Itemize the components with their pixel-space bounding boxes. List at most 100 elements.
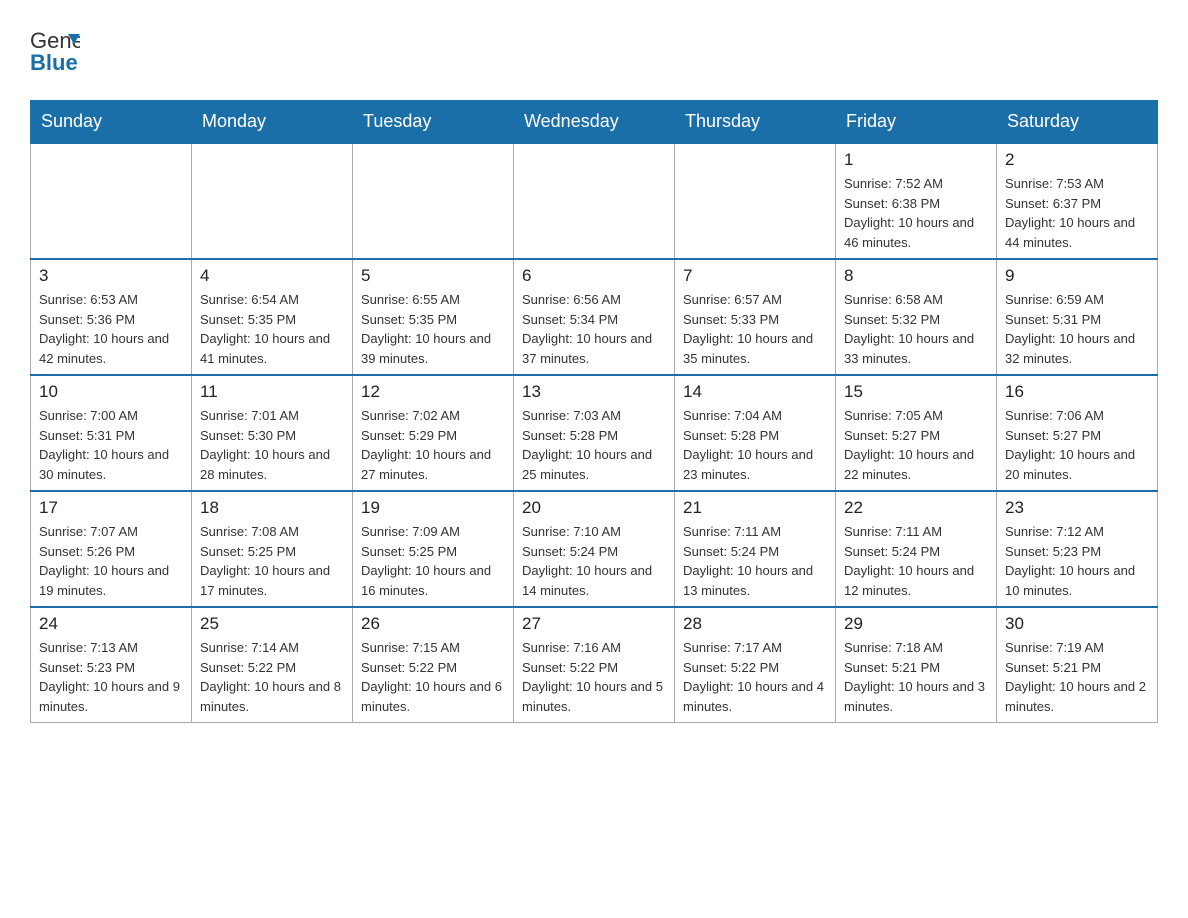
calendar-cell: 26 Sunrise: 7:15 AMSunset: 5:22 PMDayligh… <box>353 607 514 723</box>
calendar-cell: 14 Sunrise: 7:04 AMSunset: 5:28 PMDayligh… <box>675 375 836 491</box>
calendar-cell: 2 Sunrise: 7:53 AMSunset: 6:37 PMDaylight… <box>997 143 1158 259</box>
weekday-header-thursday: Thursday <box>675 101 836 144</box>
day-info: Sunrise: 7:10 AMSunset: 5:24 PMDaylight:… <box>522 522 666 600</box>
day-info: Sunrise: 7:08 AMSunset: 5:25 PMDaylight:… <box>200 522 344 600</box>
calendar-cell: 11 Sunrise: 7:01 AMSunset: 5:30 PMDayligh… <box>192 375 353 491</box>
day-info: Sunrise: 6:58 AMSunset: 5:32 PMDaylight:… <box>844 290 988 368</box>
day-number: 21 <box>683 498 827 518</box>
day-info: Sunrise: 7:02 AMSunset: 5:29 PMDaylight:… <box>361 406 505 484</box>
calendar-cell: 13 Sunrise: 7:03 AMSunset: 5:28 PMDayligh… <box>514 375 675 491</box>
day-number: 20 <box>522 498 666 518</box>
day-info: Sunrise: 7:11 AMSunset: 5:24 PMDaylight:… <box>844 522 988 600</box>
weekday-header-wednesday: Wednesday <box>514 101 675 144</box>
day-number: 23 <box>1005 498 1149 518</box>
day-info: Sunrise: 6:59 AMSunset: 5:31 PMDaylight:… <box>1005 290 1149 368</box>
day-info: Sunrise: 6:54 AMSunset: 5:35 PMDaylight:… <box>200 290 344 368</box>
day-number: 18 <box>200 498 344 518</box>
calendar-cell: 8 Sunrise: 6:58 AMSunset: 5:32 PMDaylight… <box>836 259 997 375</box>
day-info: Sunrise: 7:19 AMSunset: 5:21 PMDaylight:… <box>1005 638 1149 716</box>
calendar-cell: 18 Sunrise: 7:08 AMSunset: 5:25 PMDayligh… <box>192 491 353 607</box>
calendar-cell <box>192 143 353 259</box>
day-info: Sunrise: 6:57 AMSunset: 5:33 PMDaylight:… <box>683 290 827 368</box>
calendar-cell: 30 Sunrise: 7:19 AMSunset: 5:21 PMDayligh… <box>997 607 1158 723</box>
day-number: 29 <box>844 614 988 634</box>
calendar-cell: 22 Sunrise: 7:11 AMSunset: 5:24 PMDayligh… <box>836 491 997 607</box>
calendar-cell: 19Sunrise: 7:09 AMSunset: 5:25 PMDayligh… <box>353 491 514 607</box>
weekday-header-saturday: Saturday <box>997 101 1158 144</box>
day-number: 17 <box>39 498 183 518</box>
calendar-cell: 28 Sunrise: 7:17 AMSunset: 5:22 PMDayligh… <box>675 607 836 723</box>
day-info: Sunrise: 7:03 AMSunset: 5:28 PMDaylight:… <box>522 406 666 484</box>
day-info: Sunrise: 7:11 AMSunset: 5:24 PMDaylight:… <box>683 522 827 600</box>
day-number: 22 <box>844 498 988 518</box>
logo-icon: General Blue <box>30 20 80 75</box>
day-info: Sunrise: 7:06 AMSunset: 5:27 PMDaylight:… <box>1005 406 1149 484</box>
calendar-cell: 6 Sunrise: 6:56 AMSunset: 5:34 PMDaylight… <box>514 259 675 375</box>
page-header: General Blue <box>30 20 1158 80</box>
day-number: 11 <box>200 382 344 402</box>
day-number: 5 <box>361 266 505 286</box>
day-info: Sunrise: 7:53 AMSunset: 6:37 PMDaylight:… <box>1005 174 1149 252</box>
calendar-cell <box>353 143 514 259</box>
calendar-cell: 12Sunrise: 7:02 AMSunset: 5:29 PMDayligh… <box>353 375 514 491</box>
calendar-cell: 5 Sunrise: 6:55 AMSunset: 5:35 PMDaylight… <box>353 259 514 375</box>
day-info: Sunrise: 7:15 AMSunset: 5:22 PMDaylight:… <box>361 638 505 716</box>
svg-text:Blue: Blue <box>30 50 78 75</box>
day-info: Sunrise: 7:12 AMSunset: 5:23 PMDaylight:… <box>1005 522 1149 600</box>
day-number: 13 <box>522 382 666 402</box>
calendar-cell: 20 Sunrise: 7:10 AMSunset: 5:24 PMDayligh… <box>514 491 675 607</box>
day-number: 6 <box>522 266 666 286</box>
calendar-week-1: 1 Sunrise: 7:52 AMSunset: 6:38 PMDaylight… <box>31 143 1158 259</box>
day-info: Sunrise: 7:13 AMSunset: 5:23 PMDaylight:… <box>39 638 183 716</box>
calendar-week-2: 3 Sunrise: 6:53 AMSunset: 5:36 PMDaylight… <box>31 259 1158 375</box>
day-info: Sunrise: 6:53 AMSunset: 5:36 PMDaylight:… <box>39 290 183 368</box>
calendar-cell: 3 Sunrise: 6:53 AMSunset: 5:36 PMDaylight… <box>31 259 192 375</box>
calendar-cell: 24 Sunrise: 7:13 AMSunset: 5:23 PMDayligh… <box>31 607 192 723</box>
day-info: Sunrise: 7:04 AMSunset: 5:28 PMDaylight:… <box>683 406 827 484</box>
calendar-cell <box>514 143 675 259</box>
day-number: 8 <box>844 266 988 286</box>
day-number: 28 <box>683 614 827 634</box>
calendar-cell: 25 Sunrise: 7:14 AMSunset: 5:22 PMDayligh… <box>192 607 353 723</box>
day-number: 27 <box>522 614 666 634</box>
calendar-cell: 27Sunrise: 7:16 AMSunset: 5:22 PMDayligh… <box>514 607 675 723</box>
calendar-week-4: 17 Sunrise: 7:07 AMSunset: 5:26 PMDayligh… <box>31 491 1158 607</box>
weekday-header-friday: Friday <box>836 101 997 144</box>
calendar-week-3: 10Sunrise: 7:00 AMSunset: 5:31 PMDayligh… <box>31 375 1158 491</box>
calendar-cell <box>31 143 192 259</box>
day-number: 15 <box>844 382 988 402</box>
day-number: 7 <box>683 266 827 286</box>
calendar-cell: 21 Sunrise: 7:11 AMSunset: 5:24 PMDayligh… <box>675 491 836 607</box>
calendar-cell: 7 Sunrise: 6:57 AMSunset: 5:33 PMDaylight… <box>675 259 836 375</box>
calendar-table: SundayMondayTuesdayWednesdayThursdayFrid… <box>30 100 1158 723</box>
calendar-cell: 23 Sunrise: 7:12 AMSunset: 5:23 PMDayligh… <box>997 491 1158 607</box>
day-info: Sunrise: 7:17 AMSunset: 5:22 PMDaylight:… <box>683 638 827 716</box>
day-number: 26 <box>361 614 505 634</box>
day-info: Sunrise: 7:05 AMSunset: 5:27 PMDaylight:… <box>844 406 988 484</box>
day-number: 2 <box>1005 150 1149 170</box>
calendar-cell: 29 Sunrise: 7:18 AMSunset: 5:21 PMDayligh… <box>836 607 997 723</box>
calendar-cell <box>675 143 836 259</box>
weekday-header-row: SundayMondayTuesdayWednesdayThursdayFrid… <box>31 101 1158 144</box>
calendar-week-5: 24 Sunrise: 7:13 AMSunset: 5:23 PMDayligh… <box>31 607 1158 723</box>
calendar-cell: 16Sunrise: 7:06 AMSunset: 5:27 PMDayligh… <box>997 375 1158 491</box>
day-info: Sunrise: 7:18 AMSunset: 5:21 PMDaylight:… <box>844 638 988 716</box>
weekday-header-monday: Monday <box>192 101 353 144</box>
day-info: Sunrise: 7:52 AMSunset: 6:38 PMDaylight:… <box>844 174 988 252</box>
day-number: 14 <box>683 382 827 402</box>
day-number: 24 <box>39 614 183 634</box>
day-info: Sunrise: 7:14 AMSunset: 5:22 PMDaylight:… <box>200 638 344 716</box>
day-number: 4 <box>200 266 344 286</box>
day-info: Sunrise: 6:56 AMSunset: 5:34 PMDaylight:… <box>522 290 666 368</box>
day-number: 3 <box>39 266 183 286</box>
weekday-header-tuesday: Tuesday <box>353 101 514 144</box>
day-number: 1 <box>844 150 988 170</box>
day-number: 25 <box>200 614 344 634</box>
day-number: 30 <box>1005 614 1149 634</box>
day-info: Sunrise: 7:07 AMSunset: 5:26 PMDaylight:… <box>39 522 183 600</box>
calendar-cell: 4 Sunrise: 6:54 AMSunset: 5:35 PMDaylight… <box>192 259 353 375</box>
day-info: Sunrise: 7:01 AMSunset: 5:30 PMDaylight:… <box>200 406 344 484</box>
logo: General Blue <box>30 20 80 80</box>
calendar-cell: 10Sunrise: 7:00 AMSunset: 5:31 PMDayligh… <box>31 375 192 491</box>
day-info: Sunrise: 6:55 AMSunset: 5:35 PMDaylight:… <box>361 290 505 368</box>
